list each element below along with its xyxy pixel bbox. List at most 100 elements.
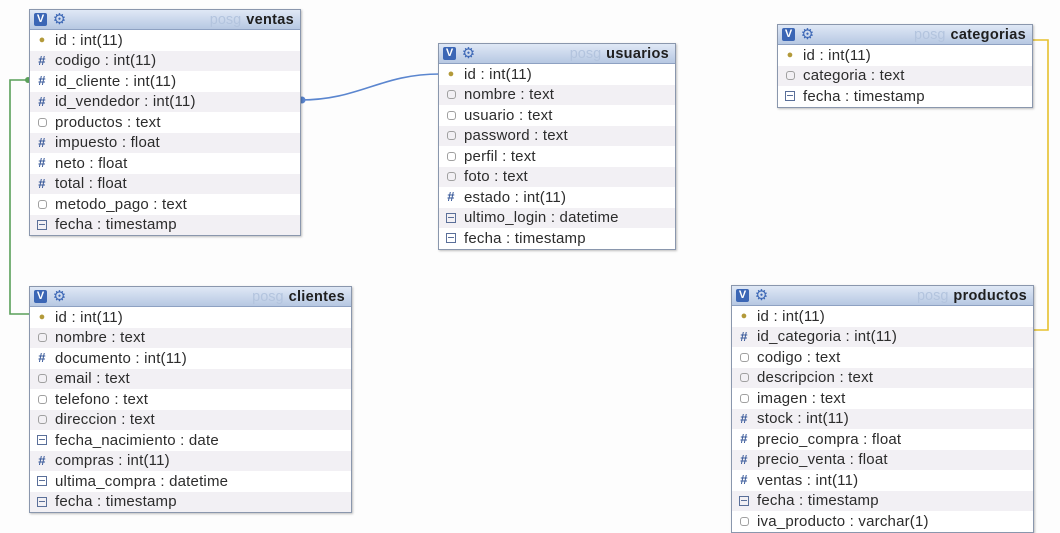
column-row[interactable]: # id_categoria : int(11) bbox=[732, 326, 1033, 347]
column-row[interactable]: # codigo : int(11) bbox=[30, 50, 300, 71]
column-row[interactable]: # precio_compra : float bbox=[732, 429, 1033, 450]
column-label: compras : int(11) bbox=[55, 452, 170, 470]
column-label: id : int(11) bbox=[464, 65, 532, 83]
column-row[interactable]: usuario : text bbox=[439, 105, 675, 126]
text-column-icon bbox=[738, 392, 750, 404]
table-productos[interactable]: V ⚙ posg productos ● id : int(11) # id_categori… bbox=[731, 285, 1034, 533]
column-row[interactable]: ● id : int(11) bbox=[30, 30, 300, 51]
column-label: ultima_compra : datetime bbox=[55, 472, 229, 490]
column-row[interactable]: nombre : text bbox=[30, 327, 351, 348]
column-row[interactable]: # impuesto : float bbox=[30, 132, 300, 153]
column-label: ventas : int(11) bbox=[757, 471, 859, 489]
gear-icon[interactable]: ⚙ bbox=[754, 288, 769, 303]
column-label: nombre : text bbox=[464, 86, 555, 104]
text-column-icon bbox=[784, 70, 796, 82]
gear-icon[interactable]: ⚙ bbox=[461, 46, 476, 61]
column-row[interactable]: telefono : text bbox=[30, 389, 351, 410]
text-column-icon bbox=[36, 414, 48, 426]
database-name: posg bbox=[209, 11, 242, 28]
column-row[interactable]: # ventas : int(11) bbox=[732, 470, 1033, 491]
gear-icon[interactable]: ⚙ bbox=[52, 289, 67, 304]
column-row[interactable]: # id_vendedor : int(11) bbox=[30, 91, 300, 112]
table-clientes[interactable]: V ⚙ posg clientes ● id : int(11) nombre : text… bbox=[29, 286, 352, 513]
column-label: direccion : text bbox=[55, 411, 155, 429]
column-label: codigo : text bbox=[757, 348, 841, 366]
checkbox-icon[interactable]: V bbox=[34, 13, 47, 26]
relation-line-ventas-clientes[interactable] bbox=[9, 79, 30, 315]
column-label: id_vendedor : int(11) bbox=[55, 93, 196, 111]
table-header[interactable]: V ⚙ posg categorias bbox=[778, 25, 1032, 45]
primary-key-icon: ● bbox=[38, 311, 46, 324]
column-row[interactable]: direccion : text bbox=[30, 409, 351, 430]
column-row[interactable]: fecha : timestamp bbox=[439, 228, 675, 249]
checkbox-icon[interactable]: V bbox=[34, 290, 47, 303]
numeric-column-icon: # bbox=[38, 52, 46, 68]
column-row[interactable]: ultimo_login : datetime bbox=[439, 207, 675, 228]
table-usuarios[interactable]: V ⚙ posg usuarios ● id : int(11) nombre : text… bbox=[438, 43, 676, 250]
table-header[interactable]: V ⚙ posg usuarios bbox=[439, 44, 675, 64]
column-row[interactable]: categoria : text bbox=[778, 65, 1032, 86]
column-label: imagen : text bbox=[757, 389, 846, 407]
column-row[interactable]: email : text bbox=[30, 368, 351, 389]
column-row[interactable]: productos : text bbox=[30, 112, 300, 133]
column-row[interactable]: foto : text bbox=[439, 166, 675, 187]
column-row[interactable]: perfil : text bbox=[439, 146, 675, 167]
column-row[interactable]: fecha : timestamp bbox=[778, 86, 1032, 107]
primary-key-icon: ● bbox=[38, 34, 46, 47]
table-header[interactable]: V ⚙ posg clientes bbox=[30, 287, 351, 307]
column-label: nombre : text bbox=[55, 329, 146, 347]
column-label: id : int(11) bbox=[803, 46, 871, 64]
column-label: id : int(11) bbox=[55, 308, 123, 326]
column-row[interactable]: ● id : int(11) bbox=[30, 307, 351, 328]
numeric-column-icon: # bbox=[38, 452, 46, 468]
column-row[interactable]: ultima_compra : datetime bbox=[30, 471, 351, 492]
column-label: password : text bbox=[464, 127, 568, 145]
column-row[interactable]: nombre : text bbox=[439, 84, 675, 105]
database-name: posg bbox=[252, 288, 284, 305]
column-row[interactable]: codigo : text bbox=[732, 347, 1033, 368]
relation-line-ventas-usuarios[interactable] bbox=[299, 73, 441, 101]
table-categorias[interactable]: V ⚙ posg categorias ● id : int(11) categoria :… bbox=[777, 24, 1033, 108]
checkbox-icon[interactable]: V bbox=[736, 289, 749, 302]
column-row[interactable]: metodo_pago : text bbox=[30, 194, 300, 215]
column-row[interactable]: password : text bbox=[439, 125, 675, 146]
column-row[interactable]: iva_producto : varchar(1) bbox=[732, 511, 1033, 532]
text-column-icon bbox=[445, 130, 457, 142]
checkbox-icon[interactable]: V bbox=[782, 28, 795, 41]
column-label: fecha : timestamp bbox=[464, 229, 586, 247]
column-label: fecha : timestamp bbox=[803, 87, 925, 105]
gear-icon[interactable]: ⚙ bbox=[800, 27, 815, 42]
column-row[interactable]: fecha : timestamp bbox=[732, 490, 1033, 511]
column-row[interactable]: # precio_venta : float bbox=[732, 449, 1033, 470]
column-row[interactable]: # compras : int(11) bbox=[30, 450, 351, 471]
column-label: telefono : text bbox=[55, 390, 149, 408]
text-column-icon bbox=[738, 372, 750, 384]
table-header[interactable]: V ⚙ posg ventas bbox=[30, 10, 300, 30]
column-row[interactable]: imagen : text bbox=[732, 388, 1033, 409]
column-row[interactable]: # stock : int(11) bbox=[732, 408, 1033, 429]
numeric-column-icon: # bbox=[38, 350, 46, 366]
column-row[interactable]: # total : float bbox=[30, 173, 300, 194]
column-row[interactable]: # id_cliente : int(11) bbox=[30, 71, 300, 92]
column-row[interactable]: ● id : int(11) bbox=[732, 306, 1033, 327]
primary-key-icon: ● bbox=[447, 68, 455, 81]
column-label: total : float bbox=[55, 175, 127, 193]
column-row[interactable]: fecha : timestamp bbox=[30, 214, 300, 235]
column-row[interactable]: ● id : int(11) bbox=[778, 45, 1032, 66]
column-row[interactable]: ● id : int(11) bbox=[439, 64, 675, 85]
checkbox-icon[interactable]: V bbox=[443, 47, 456, 60]
column-label: email : text bbox=[55, 370, 130, 388]
numeric-column-icon: # bbox=[38, 93, 46, 109]
numeric-column-icon: # bbox=[740, 451, 748, 467]
gear-icon[interactable]: ⚙ bbox=[52, 12, 67, 27]
table-header[interactable]: V ⚙ posg productos bbox=[732, 286, 1033, 306]
column-row[interactable]: # estado : int(11) bbox=[439, 187, 675, 208]
text-column-icon bbox=[445, 150, 457, 162]
column-row[interactable]: # neto : float bbox=[30, 153, 300, 174]
column-row[interactable]: fecha_nacimiento : date bbox=[30, 430, 351, 451]
column-row[interactable]: descripcion : text bbox=[732, 367, 1033, 388]
column-row[interactable]: fecha : timestamp bbox=[30, 491, 351, 512]
table-ventas[interactable]: V ⚙ posg ventas ● id : int(11) # codigo : int(1… bbox=[29, 9, 301, 236]
column-row[interactable]: # documento : int(11) bbox=[30, 348, 351, 369]
table-name: productos bbox=[953, 287, 1027, 304]
